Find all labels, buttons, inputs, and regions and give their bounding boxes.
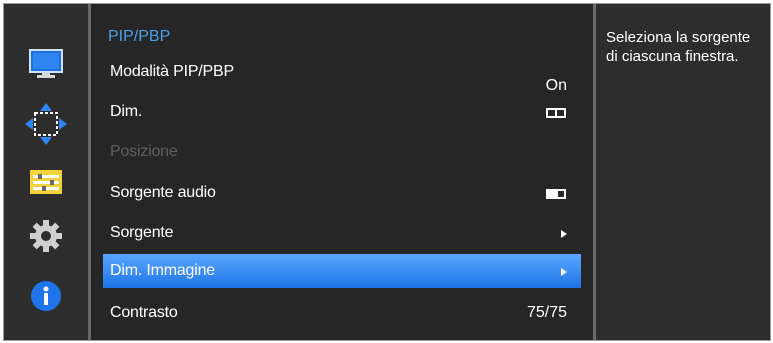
arrow-right-icon bbox=[561, 268, 567, 276]
monitor-icon[interactable] bbox=[4, 44, 88, 84]
menu-item-position[interactable]: Posizione bbox=[103, 135, 581, 169]
menu-item-label: Dim. bbox=[110, 103, 143, 120]
menu-item-source[interactable]: Sorgente bbox=[103, 216, 581, 250]
gear-icon[interactable] bbox=[4, 216, 88, 256]
menu-item-size[interactable]: Dim. bbox=[103, 95, 581, 129]
menu-item-audio-source[interactable]: Sorgente audio bbox=[103, 176, 581, 210]
description-panel: Seleziona la sorgente di ciascuna finest… bbox=[598, 4, 770, 340]
menu-item-label: Contrasto bbox=[110, 304, 178, 321]
system-settings-icon[interactable] bbox=[4, 162, 88, 202]
menu-panel: PIP/PBP Modalità PIP/PBP On Dim. Posizio… bbox=[88, 4, 596, 340]
pbp-split-icon bbox=[546, 108, 566, 118]
menu-item-pip-pbp-mode[interactable]: Modalità PIP/PBP On bbox=[103, 55, 581, 94]
menu-item-contrast[interactable]: Contrasto 75/75 bbox=[103, 296, 581, 330]
menu-item-label: Sorgente bbox=[110, 224, 174, 241]
menu-item-value: 75/75 bbox=[526, 304, 567, 321]
menu-title: PIP/PBP bbox=[108, 28, 171, 45]
menu-item-label: Sorgente audio bbox=[110, 184, 216, 201]
description-text: Seleziona la sorgente di ciascuna finest… bbox=[606, 29, 751, 65]
info-icon[interactable] bbox=[4, 276, 88, 316]
menu-item-label: Dim. Immagine bbox=[110, 262, 215, 279]
arrow-right-icon bbox=[561, 230, 567, 238]
pip-arrows-icon[interactable] bbox=[4, 103, 88, 145]
menu-item-label: Modalità PIP/PBP bbox=[110, 63, 234, 80]
menu-item-value: On bbox=[545, 77, 567, 94]
audio-source-icon bbox=[546, 189, 566, 199]
sidebar bbox=[4, 4, 88, 340]
menu-item-label: Posizione bbox=[110, 143, 178, 160]
menu-item-picture-size[interactable]: Dim. Immagine bbox=[103, 254, 581, 288]
